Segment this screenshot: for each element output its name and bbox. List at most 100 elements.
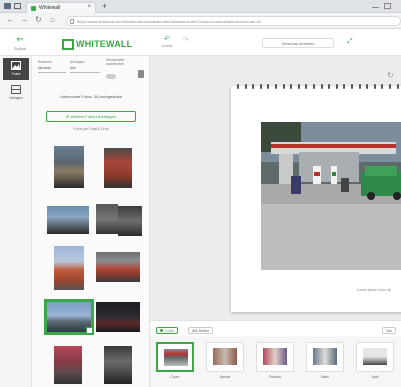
editor-canvas: ↻ Lorem ipsum dolor sit bbox=[150, 56, 401, 320]
hide-used-toggle[interactable] bbox=[106, 74, 116, 79]
page-thumb-label: April bbox=[371, 375, 379, 379]
back-button[interactable]: ⇐ Zurück bbox=[9, 34, 31, 52]
left-tool-rail: Fotos Vorlagen bbox=[0, 56, 32, 387]
forward-nav-icon[interactable]: → bbox=[20, 15, 28, 24]
back-arrow-icon: ⇐ bbox=[16, 34, 24, 44]
page-thumb-april[interactable] bbox=[356, 342, 394, 372]
tab-list-icon[interactable] bbox=[14, 3, 21, 9]
binding-ring bbox=[275, 84, 277, 89]
month-jump-label: Jan bbox=[386, 329, 392, 333]
reload-icon[interactable]: ↻ bbox=[35, 15, 42, 24]
page-thumb-cover[interactable] bbox=[156, 342, 194, 372]
active-dot-icon bbox=[160, 329, 163, 332]
binding-ring bbox=[313, 84, 315, 89]
photo-thumbnail[interactable] bbox=[104, 346, 132, 384]
whitewall-logo[interactable]: WHITEWALL bbox=[62, 38, 132, 50]
rotate-icon[interactable]: ↻ bbox=[387, 71, 394, 80]
tab-cover-label: Cover bbox=[165, 329, 175, 333]
sort-filter[interactable]: Sortieren Neueste bbox=[38, 60, 66, 73]
app-header: ⇐ Zurück WHITEWALL ↶ Zurück ↷ Vorschau a… bbox=[0, 30, 401, 56]
logo-frame-icon bbox=[62, 38, 74, 50]
calendar-page[interactable]: Lorem ipsum dolor sit bbox=[231, 84, 401, 312]
page-thumb-image bbox=[213, 348, 237, 365]
binding-ring bbox=[343, 84, 346, 89]
binding-ring bbox=[290, 84, 293, 89]
fullscreen-icon[interactable]: ⤢ bbox=[347, 38, 353, 46]
gas-station-photo bbox=[261, 122, 401, 270]
browser-tabbar: Whitewall × + bbox=[0, 0, 401, 13]
browser-tab-whitewall[interactable]: Whitewall × bbox=[26, 2, 96, 13]
lock-icon bbox=[70, 19, 74, 24]
page-thumb-label: Januar bbox=[219, 375, 231, 379]
add-photos-button[interactable]: ⊕ Weitere Fotos hinzufügen bbox=[46, 111, 136, 122]
url-text: https://www.whitewall.de/fotokalender/wa… bbox=[77, 19, 261, 24]
undo-button[interactable]: ↶ Zurück bbox=[158, 36, 176, 48]
preview-button[interactable]: Vorschau ansehen bbox=[262, 38, 334, 48]
binding-ring bbox=[335, 84, 338, 89]
binding-ring bbox=[358, 84, 361, 89]
photo-thumbnail[interactable] bbox=[54, 246, 84, 290]
binding-ring bbox=[389, 84, 391, 89]
back-nav-icon[interactable]: ← bbox=[6, 15, 14, 24]
rail-label-photos: Fotos bbox=[11, 72, 21, 76]
photo-thumbnail[interactable] bbox=[96, 302, 140, 332]
spiral-binding bbox=[233, 84, 399, 92]
page-thumb-label: März bbox=[321, 375, 329, 379]
photo-thumbnail[interactable] bbox=[96, 204, 118, 234]
photo-thumbnail[interactable] bbox=[54, 346, 82, 384]
photo-thumbnail-selected[interactable] bbox=[44, 299, 94, 335]
undo-icon: ↶ bbox=[164, 36, 170, 43]
binding-ring bbox=[328, 84, 331, 89]
undo-label: Zurück bbox=[161, 44, 173, 48]
photo-thumbnail[interactable] bbox=[54, 146, 84, 188]
show-select[interactable]: Alle bbox=[70, 66, 100, 73]
binding-ring bbox=[297, 84, 300, 89]
add-photos-label: Weitere Fotos hinzufügen bbox=[70, 114, 116, 119]
binding-ring bbox=[381, 84, 384, 89]
month-jump[interactable]: Jan bbox=[382, 327, 396, 334]
used-filter: Verwendete ausblenden bbox=[106, 58, 134, 66]
sort-label: Sortieren bbox=[38, 60, 53, 64]
calendar-photo[interactable] bbox=[261, 122, 401, 270]
new-tab-button[interactable]: + bbox=[102, 1, 107, 11]
tab-all-pages[interactable]: Alle Seiten bbox=[188, 327, 213, 334]
rail-item-photos[interactable]: Fotos bbox=[3, 58, 29, 80]
photo-thumbnail[interactable] bbox=[47, 206, 89, 234]
calendar-caption[interactable]: Lorem ipsum dolor sit bbox=[357, 288, 390, 292]
page-thumb-february[interactable] bbox=[256, 342, 294, 372]
tab-cover[interactable]: Cover bbox=[156, 327, 179, 334]
page-thumb-image bbox=[164, 349, 188, 366]
browser-address-bar: ← → ↻ ⌂ https://www.whitewall.de/fotokal… bbox=[0, 13, 401, 29]
binding-ring bbox=[351, 84, 353, 89]
drag-drop-hint: Fotos per Drag & Drop bbox=[73, 127, 109, 131]
url-input[interactable]: https://www.whitewall.de/fotokalender/wa… bbox=[66, 16, 401, 26]
trash-icon[interactable] bbox=[138, 70, 144, 78]
tab-title: Whitewall bbox=[39, 5, 61, 11]
page-thumb-march[interactable] bbox=[306, 342, 344, 372]
photo-thumbnail[interactable] bbox=[118, 206, 142, 236]
page-thumb-january[interactable] bbox=[206, 342, 244, 372]
whitewall-favicon-icon bbox=[31, 6, 36, 11]
back-label: Zurück bbox=[13, 46, 27, 51]
binding-ring bbox=[373, 84, 376, 89]
used-label: Verwendete ausblenden bbox=[106, 58, 125, 66]
binding-ring bbox=[259, 84, 262, 89]
page-thumb-label: Februar bbox=[268, 375, 282, 379]
rail-label-layouts: Vorlagen bbox=[9, 96, 23, 100]
tab-close-icon[interactable]: × bbox=[87, 4, 91, 10]
window-menu-icon[interactable] bbox=[4, 3, 11, 9]
minimize-icon[interactable] bbox=[372, 3, 379, 8]
photo-thumbnail[interactable] bbox=[104, 148, 132, 188]
home-icon[interactable]: ⌂ bbox=[50, 15, 55, 24]
sort-select[interactable]: Neueste bbox=[38, 66, 66, 73]
show-filter[interactable]: Anzeigen Alle bbox=[70, 60, 100, 73]
page-thumb-image bbox=[313, 348, 337, 365]
tab-all-pages-label: Alle Seiten bbox=[192, 329, 209, 333]
maximize-icon[interactable] bbox=[384, 3, 391, 9]
photo-thumbnail[interactable] bbox=[96, 252, 140, 282]
rail-item-layouts[interactable]: Vorlagen bbox=[3, 82, 29, 104]
checkmark-icon bbox=[86, 327, 93, 334]
page-thumb-image bbox=[363, 348, 387, 365]
binding-ring bbox=[396, 84, 399, 89]
redo-icon[interactable]: ↷ bbox=[183, 36, 189, 44]
